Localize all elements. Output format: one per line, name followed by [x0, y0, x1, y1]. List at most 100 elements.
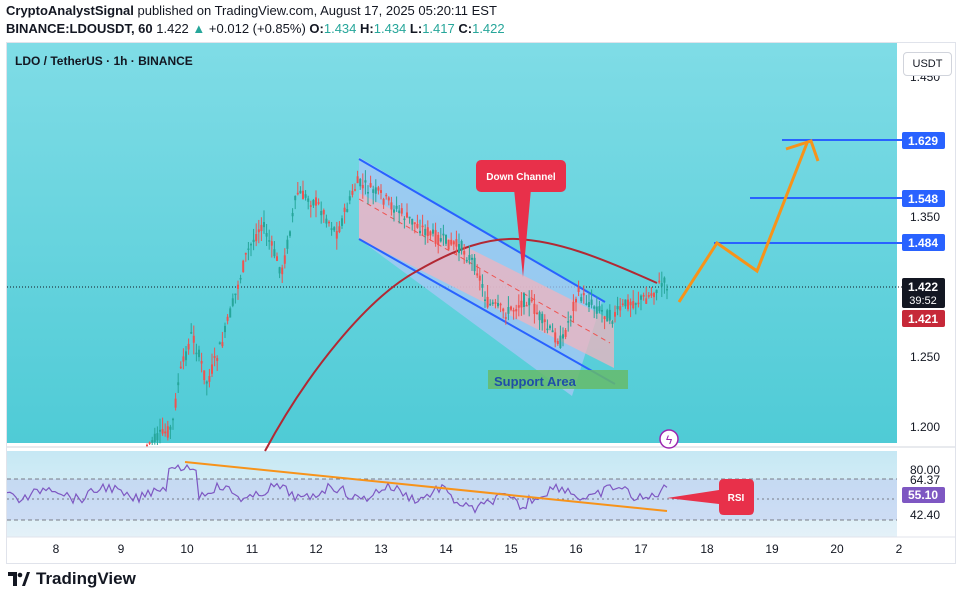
candle-body	[419, 230, 421, 234]
target1-tag-text: 1.484	[908, 236, 938, 250]
up-arrow-icon: ▲	[192, 21, 206, 36]
candle-body	[504, 317, 507, 319]
price-tick-label: 1.350	[910, 210, 940, 224]
tradingview-brand-text: TradingView	[36, 569, 136, 588]
time-tick-label: 8	[53, 542, 60, 556]
candle-body	[473, 257, 476, 272]
candle-body	[434, 230, 437, 244]
candle-body	[632, 301, 635, 309]
rsi-tick-label: 64.37	[910, 473, 940, 487]
time-tick-label: 20	[830, 542, 844, 556]
candle-body	[234, 293, 237, 296]
candle-body	[159, 429, 161, 432]
publish-header: CryptoAnalystSignal published on Trading…	[6, 3, 497, 18]
candle-body	[536, 312, 538, 315]
candle-body	[546, 328, 549, 331]
candle-body	[445, 234, 447, 244]
candle-body	[400, 208, 403, 214]
published-text: published on TradingView.com, August 17,…	[137, 3, 497, 18]
bar-countdown: 39:52	[909, 295, 937, 307]
time-tick-label: 17	[634, 542, 648, 556]
candle-body	[601, 310, 603, 312]
symbol-label: BINANCE:LDOUSDT, 60	[6, 21, 153, 36]
candle-body	[645, 298, 648, 304]
candle-body	[278, 267, 281, 274]
rsi-callout-label: RSI	[728, 493, 745, 504]
candle-body	[335, 230, 338, 239]
candle-body	[569, 316, 572, 318]
candle-body	[484, 299, 486, 301]
candle-body	[265, 232, 268, 237]
candle-body	[364, 180, 367, 183]
candle-body	[551, 330, 554, 333]
candle-body	[595, 306, 598, 314]
time-tick-label: 11	[246, 542, 259, 556]
candle-body	[468, 255, 471, 261]
candle-body	[385, 194, 388, 197]
close-value: 1.422	[472, 21, 505, 36]
candle-body	[411, 218, 414, 225]
author-name[interactable]: CryptoAnalystSignal	[6, 3, 134, 18]
candle-body	[374, 187, 377, 194]
candle-body	[322, 210, 325, 215]
candle-body	[541, 313, 544, 324]
chart-canvas[interactable]: 1.7001.6501.6001.5001.4501.3501.3001.250…	[7, 43, 956, 564]
candle-body	[211, 364, 213, 374]
candle-body	[185, 351, 187, 361]
candle-body	[650, 293, 653, 296]
candle-body	[255, 234, 258, 242]
candle-body	[216, 358, 219, 361]
candle-body	[281, 267, 284, 275]
candle-body	[276, 256, 278, 261]
candle-body	[367, 192, 369, 194]
candle-body	[619, 306, 622, 311]
candle-body	[463, 251, 466, 255]
time-tick-label: 12	[309, 542, 323, 556]
tradingview-logo[interactable]: TradingView	[8, 569, 136, 589]
chart-frame[interactable]: 1.7001.6501.6001.5001.4501.3501.3001.250…	[6, 42, 956, 564]
candle-body	[608, 309, 611, 321]
time-tick-label: 14	[439, 542, 453, 556]
candle-body	[424, 228, 427, 236]
candle-body	[182, 356, 185, 362]
candle-body	[382, 198, 385, 205]
time-tick-label: 2	[896, 542, 903, 556]
candle-body	[153, 433, 156, 442]
currency-button[interactable]: USDT	[903, 52, 952, 76]
time-axis-bg	[7, 537, 955, 563]
candle-body	[478, 275, 481, 281]
candle-body	[169, 426, 172, 430]
chart-legend-title[interactable]: LDO / TetherUS · 1h · BINANCE	[15, 54, 193, 68]
candle-body	[203, 370, 206, 381]
candle-body	[387, 197, 390, 201]
candle-body	[354, 189, 356, 191]
candle-body	[309, 205, 312, 207]
ohlc-header: BINANCE:LDOUSDT, 60 1.422 ▲ +0.012 (+0.8…	[6, 21, 505, 36]
candle-body	[172, 418, 174, 421]
current-price-tag-text: 1.422	[908, 280, 938, 294]
candle-body	[486, 296, 489, 308]
candle-body	[489, 303, 492, 306]
candle-body	[408, 216, 411, 219]
candle-body	[390, 202, 393, 210]
candle-body	[520, 300, 523, 308]
candle-body	[244, 252, 247, 255]
candle-body	[515, 309, 518, 312]
candle-body	[187, 343, 190, 350]
candle-body	[528, 298, 531, 306]
open-label: O:	[309, 21, 324, 36]
candle-body	[465, 259, 468, 262]
candle-body	[663, 277, 666, 283]
candle-body	[543, 319, 546, 323]
candle-body	[148, 442, 151, 444]
candle-body	[198, 349, 200, 358]
candle-body	[312, 199, 315, 206]
low-value: 1.417	[422, 21, 455, 36]
last-price: 1.422	[156, 21, 189, 36]
candle-body	[439, 238, 442, 242]
candle-body	[343, 207, 346, 212]
candle-body	[611, 321, 614, 324]
candle-body	[372, 189, 375, 193]
down-channel-label: Down Channel	[486, 172, 556, 183]
candle-body	[351, 190, 354, 195]
